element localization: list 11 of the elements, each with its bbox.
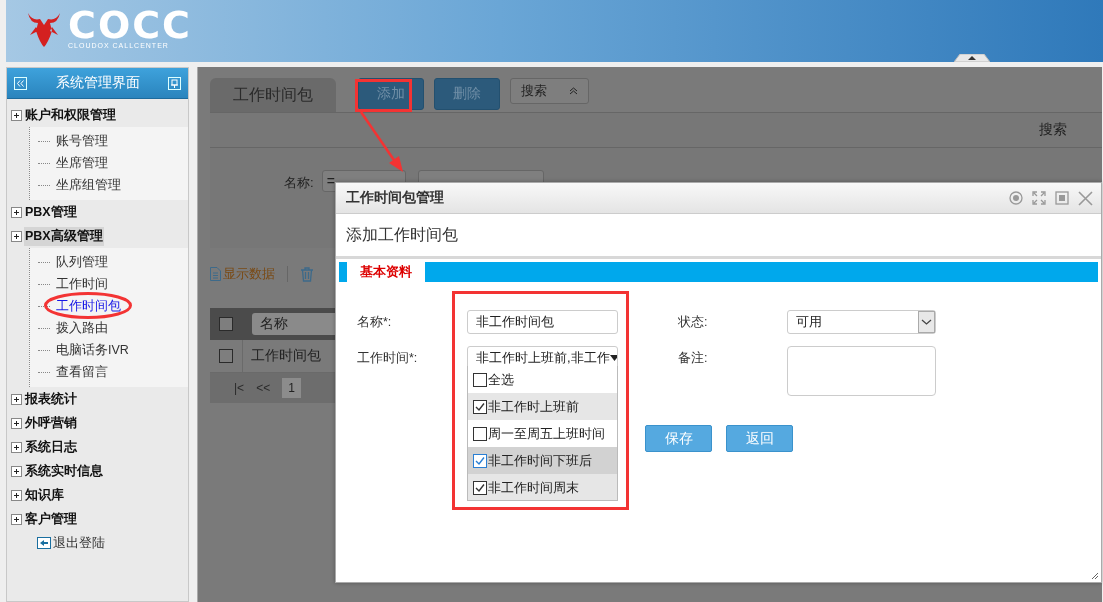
dialog-subtitle: 添加工作时间包 [346, 224, 458, 245]
field-label: 状态: [678, 314, 709, 331]
table-cell: 工作时间包 [242, 340, 321, 372]
sidebar-title: 系统管理界面 [55, 74, 140, 92]
search-panel-title: 搜索 [1039, 121, 1067, 139]
field-label: 名称*: [357, 314, 393, 331]
field-label: 备注: [678, 350, 709, 367]
logo-text: COCC [68, 8, 192, 42]
field-label: 工作时间*: [357, 350, 419, 367]
dialog-title: 工作时间包管理 [346, 189, 444, 207]
field-label: 名称: [284, 174, 314, 192]
